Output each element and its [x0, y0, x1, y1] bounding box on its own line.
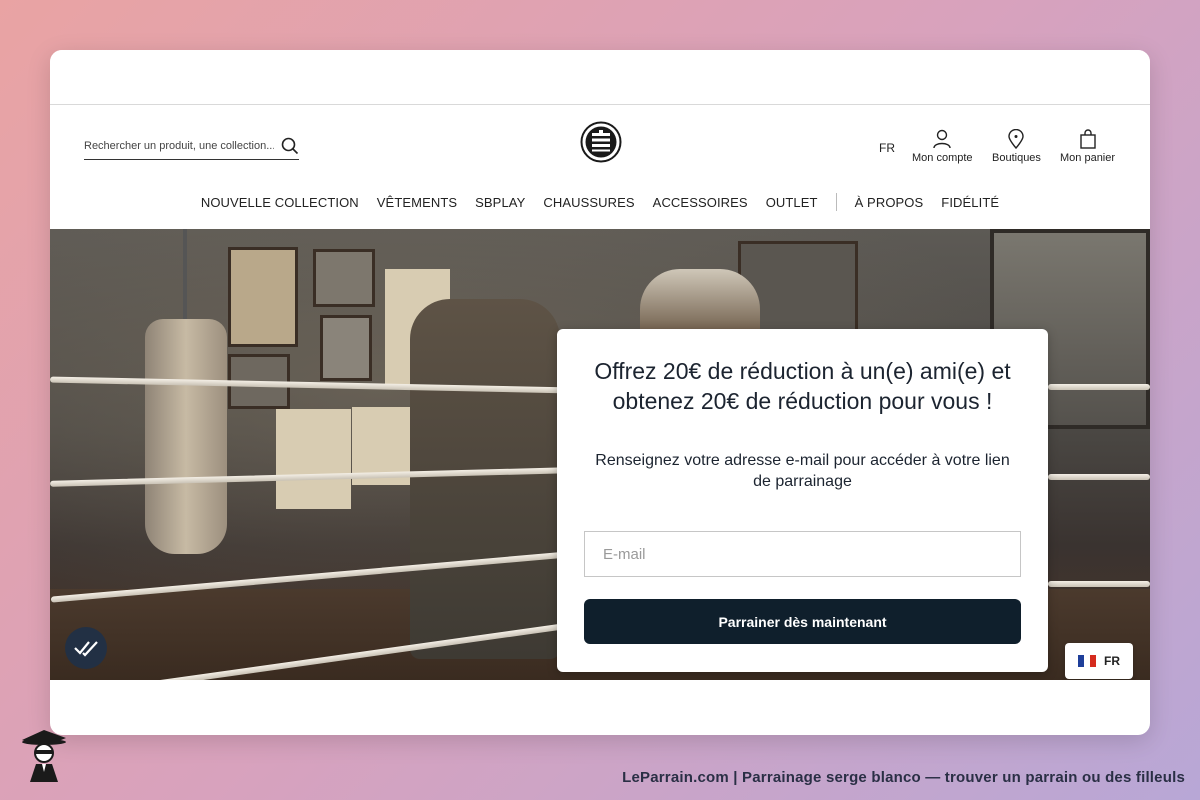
- referral-cta-button[interactable]: Parrainer dès maintenant: [584, 599, 1021, 644]
- footer-caption: LeParrain.com | Parrainage serge blanco …: [622, 769, 1185, 786]
- logo-emblem[interactable]: [580, 121, 622, 163]
- account-link[interactable]: Mon compte: [912, 129, 973, 164]
- trust-badge[interactable]: [65, 627, 107, 669]
- hero-image: Offrez 20€ de réduction à un(e) ami(e) e…: [50, 229, 1150, 680]
- main-nav: NOUVELLE COLLECTION VÊTEMENTS SBPLAY CHA…: [50, 190, 1150, 214]
- ring-rope: [1048, 581, 1150, 587]
- stores-link[interactable]: Boutiques: [992, 129, 1041, 164]
- nav-divider: [835, 193, 837, 211]
- wall-frame: [313, 249, 375, 307]
- browser-window: FR Mon compte Boutiques Mon panier NOUVE…: [50, 50, 1150, 735]
- nav-item-chaussures[interactable]: CHAUSSURES: [534, 195, 643, 210]
- french-flag-icon: [1078, 655, 1096, 667]
- wall-poster: [228, 247, 298, 347]
- bag-chain: [183, 229, 187, 321]
- stores-label: Boutiques: [992, 152, 1041, 164]
- search-icon[interactable]: [281, 137, 299, 160]
- top-bar: [50, 50, 1150, 105]
- mascot-logo: [18, 728, 70, 784]
- shopping-bag-icon: [1079, 129, 1096, 149]
- nav-item-nouvelle-collection[interactable]: NOUVELLE COLLECTION: [192, 195, 368, 210]
- site-header: FR Mon compte Boutiques Mon panier: [50, 105, 1150, 175]
- nav-item-outlet[interactable]: OUTLET: [757, 195, 827, 210]
- nav-item-fidelite[interactable]: FIDÉLITÉ: [932, 195, 1008, 210]
- email-field[interactable]: [584, 531, 1021, 577]
- language-selector[interactable]: FR: [879, 141, 895, 155]
- wall-frame: [320, 315, 372, 381]
- newspaper-clipping: [276, 409, 351, 509]
- ring-rope: [1048, 474, 1150, 480]
- nav-item-sbplay[interactable]: SBPLAY: [466, 195, 534, 210]
- search-bar: [84, 133, 299, 160]
- nav-item-accessoires[interactable]: ACCESSOIRES: [644, 195, 757, 210]
- double-check-icon: [74, 641, 98, 657]
- language-badge-label: FR: [1104, 654, 1120, 668]
- language-badge[interactable]: FR: [1065, 643, 1133, 679]
- search-input[interactable]: [84, 140, 274, 152]
- punching-bag: [145, 319, 227, 554]
- nav-item-vetements[interactable]: VÊTEMENTS: [368, 195, 466, 210]
- modal-subtitle: Renseignez votre adresse e-mail pour acc…: [595, 452, 1010, 490]
- cart-label: Mon panier: [1060, 152, 1116, 164]
- nav-item-a-propos[interactable]: À PROPOS: [846, 195, 933, 210]
- location-pin-icon: [1008, 129, 1025, 149]
- ring-rope: [1048, 384, 1150, 390]
- user-icon: [933, 129, 951, 149]
- person-left: [410, 299, 560, 659]
- referral-modal: Offrez 20€ de réduction à un(e) ami(e) e…: [557, 329, 1048, 672]
- modal-title: Offrez 20€ de réduction à un(e) ami(e) e…: [594, 358, 1011, 414]
- account-label: Mon compte: [912, 152, 973, 164]
- cart-link[interactable]: Mon panier: [1060, 129, 1115, 164]
